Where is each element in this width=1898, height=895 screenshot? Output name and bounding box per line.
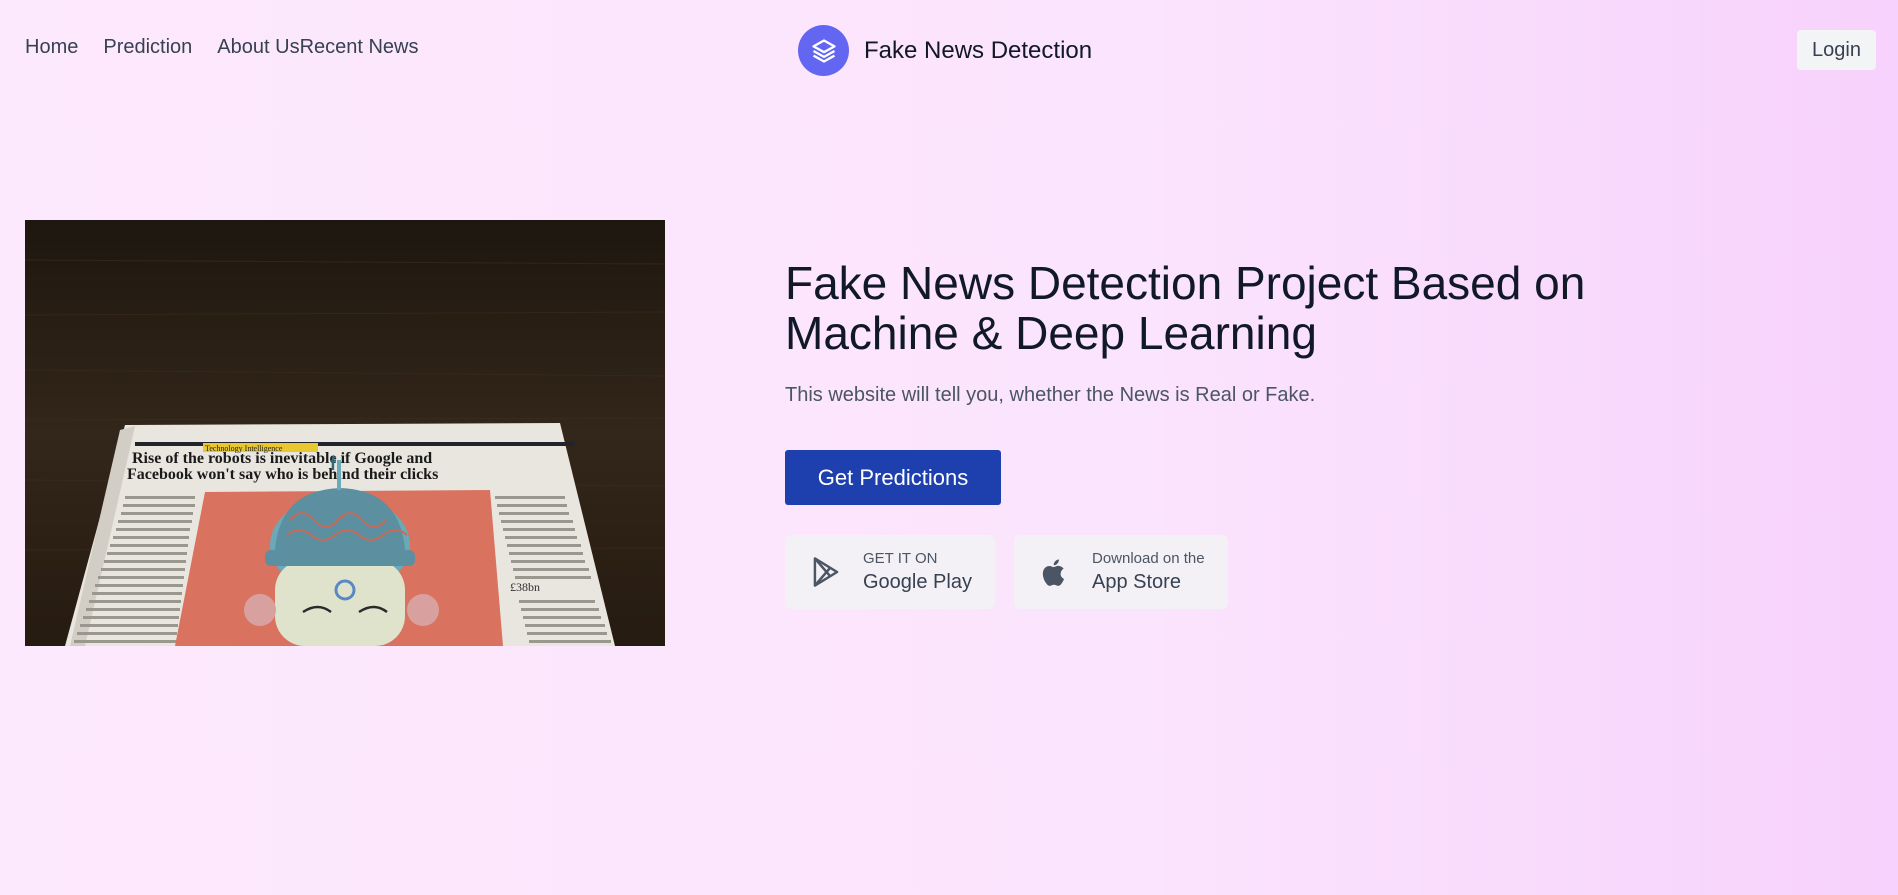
app-store-button[interactable]: Download on the App Store (1014, 535, 1228, 609)
hero-image: Technology Intelligence Rise of the robo… (25, 220, 665, 646)
google-play-small-label: GET IT ON (863, 550, 938, 567)
get-predictions-button[interactable]: Get Predictions (785, 450, 1001, 505)
hero-title: Fake News Detection Project Based on Mac… (785, 257, 1586, 359)
app-store-label: App Store (1092, 571, 1181, 593)
newspaper-price-label: £38bn (510, 580, 540, 594)
brand-name: Fake News Detection (864, 36, 1093, 64)
nav-about-link[interactable]: About Us (217, 36, 299, 59)
newspaper-headline-1: Rise of the robots is inevitable if Goog… (132, 450, 432, 467)
google-play-button[interactable]: GET IT ON Google Play (785, 535, 995, 609)
nav-recent-news-link[interactable]: Recent News (300, 36, 419, 59)
main-nav: Home Prediction About Us Recent News (25, 36, 419, 59)
app-store-small-label: Download on the (1092, 550, 1205, 567)
site-header: Home Prediction About Us Recent News Fake… (0, 0, 1898, 104)
layers-icon (798, 25, 849, 76)
apple-icon (1038, 555, 1072, 589)
nav-prediction-link[interactable]: Prediction (103, 36, 192, 59)
svg-text:f: f (330, 454, 337, 474)
newspaper-headline-2: Facebook won't say who is behind their c… (127, 466, 438, 483)
hero-subtitle: This website will tell you, whether the … (785, 384, 1316, 406)
nav-home-link[interactable]: Home (25, 36, 78, 59)
brand[interactable]: Fake News Detection (798, 25, 1092, 76)
google-play-text: GET IT ON Google Play (863, 549, 972, 595)
app-store-text: Download on the App Store (1092, 549, 1205, 595)
google-play-icon (809, 555, 843, 589)
login-button[interactable]: Login (1797, 30, 1876, 70)
google-play-label: Google Play (863, 571, 972, 593)
